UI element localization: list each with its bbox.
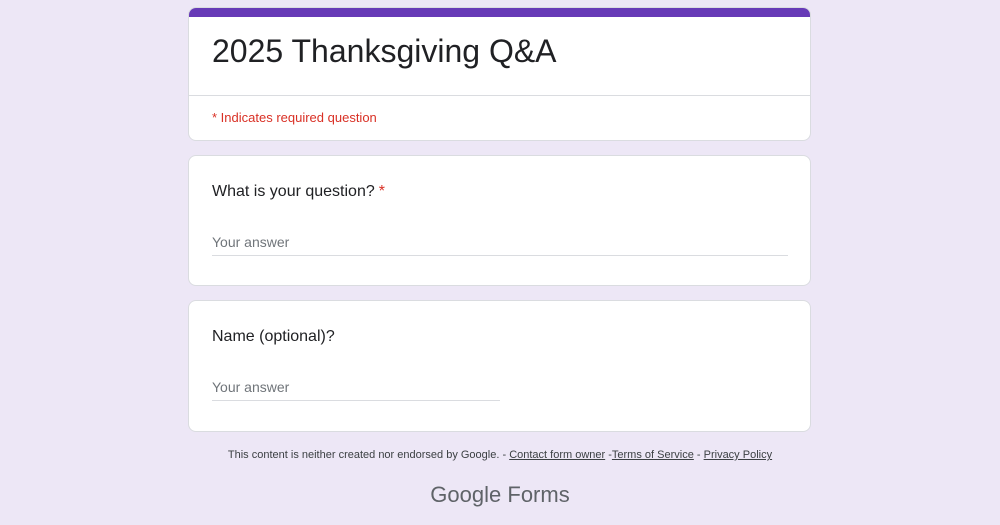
- form-header-card: 2025 Thanksgiving Q&A * Indicates requir…: [188, 7, 811, 141]
- name-answer-input[interactable]: [212, 379, 500, 401]
- question-card-question: What is your question? *: [188, 155, 811, 286]
- terms-of-service-link[interactable]: Terms of Service: [612, 449, 694, 461]
- question-title: Name (optional)?: [212, 327, 335, 347]
- form-title: 2025 Thanksgiving Q&A: [212, 33, 557, 69]
- privacy-policy-link[interactable]: Privacy Policy: [704, 449, 772, 461]
- footer-disclaimer: This content is neither created nor endo…: [0, 449, 1000, 461]
- contact-form-owner-link[interactable]: Contact form owner: [509, 449, 605, 461]
- google-wordmark: Google: [430, 482, 502, 507]
- question-label: Name (optional)?: [212, 328, 335, 345]
- header-divider: [189, 95, 810, 96]
- question-label: What is your question?: [212, 183, 375, 200]
- header-accent-bar: [189, 8, 810, 17]
- question-card-name: Name (optional)?: [188, 300, 811, 432]
- disclaimer-text: This content is neither created nor endo…: [227, 449, 507, 461]
- question-title: What is your question? *: [212, 182, 385, 202]
- required-note: * Indicates required question: [212, 110, 377, 125]
- required-asterisk: *: [378, 183, 385, 200]
- forms-wordmark: Forms: [507, 482, 570, 507]
- google-forms-logo[interactable]: Google Forms: [0, 482, 1000, 508]
- question-answer-input[interactable]: [212, 234, 788, 256]
- footer-separator: -: [696, 449, 701, 461]
